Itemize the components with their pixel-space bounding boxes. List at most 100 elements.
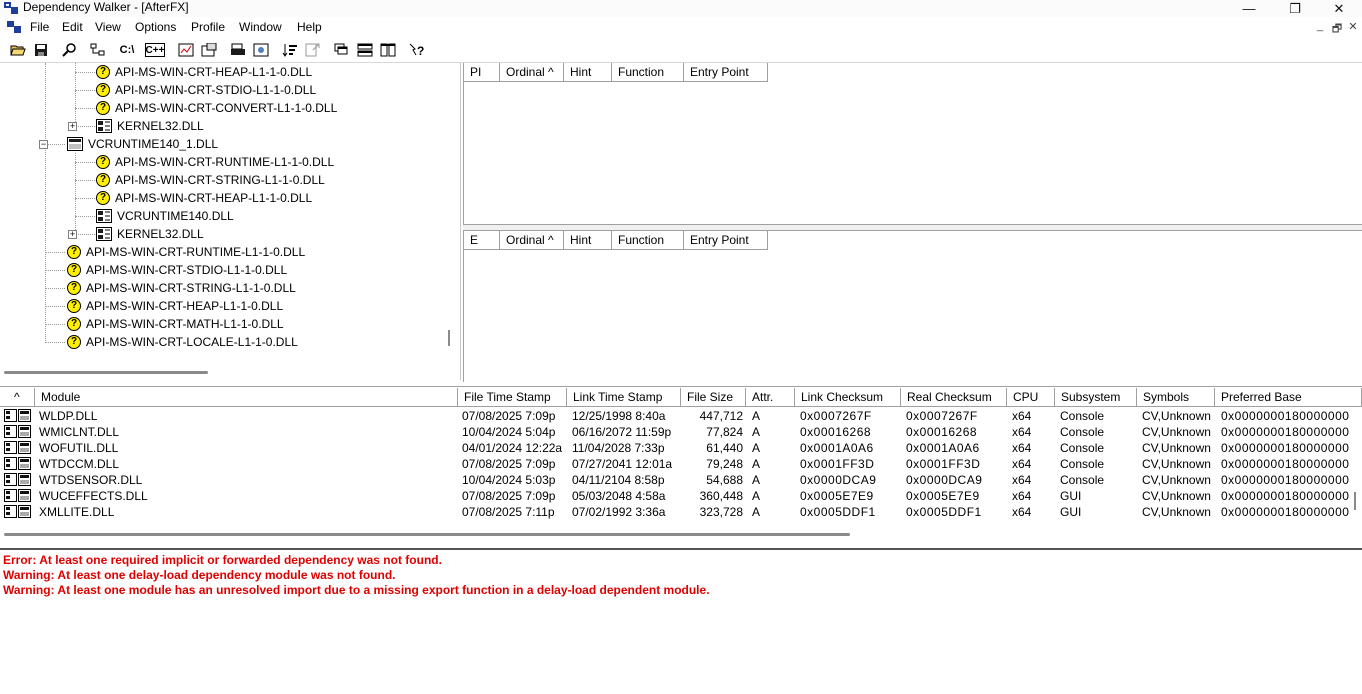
column-header[interactable]: Subsystem xyxy=(1055,388,1137,407)
tree-item-label: API-MS-WIN-CRT-MATH-L1-1-0.DLL xyxy=(86,317,284,331)
tree-item[interactable]: ? API-MS-WIN-CRT-HEAP-L1-1-0.DLL xyxy=(67,297,283,315)
column-header[interactable]: Function xyxy=(612,63,684,82)
tree-item[interactable]: VCRUNTIME140_1.DLL xyxy=(67,135,218,153)
print-button[interactable] xyxy=(228,41,248,59)
file-size: 77,824 xyxy=(706,425,743,439)
column-header[interactable]: File Time Stamp xyxy=(458,388,567,407)
cpp-button[interactable]: C++ xyxy=(145,43,165,57)
close-button[interactable]: ✕ xyxy=(1316,0,1362,17)
column-header[interactable]: Function xyxy=(612,231,684,250)
tree-item-label: VCRUNTIME140.DLL xyxy=(117,209,234,223)
tree-item[interactable]: KERNEL32.DLL xyxy=(96,225,204,243)
minimize-button[interactable]: — xyxy=(1226,0,1272,17)
missing-module-icon: ? xyxy=(96,173,110,187)
profile-button[interactable] xyxy=(176,41,196,59)
tree-item[interactable]: ? API-MS-WIN-CRT-STDIO-L1-1-0.DLL xyxy=(67,261,287,279)
module-horizontal-scrollbar[interactable] xyxy=(4,533,850,536)
collapse-toggle[interactable]: − xyxy=(39,140,48,149)
column-header[interactable]: Preferred Base xyxy=(1215,388,1362,407)
menu-profile[interactable]: Profile xyxy=(191,20,225,35)
missing-module-icon: ? xyxy=(67,299,81,313)
tree-item[interactable]: ? API-MS-WIN-CRT-RUNTIME-L1-1-0.DLL xyxy=(96,153,334,171)
view-button[interactable] xyxy=(251,41,271,59)
subsystem: Console xyxy=(1060,473,1105,487)
module-row[interactable]: WUCEFFECTS.DLL 07/08/2025 7:09p 05/03/2048… xyxy=(0,488,1362,504)
document-icon[interactable] xyxy=(7,21,21,33)
mdi-close-button[interactable]: ✕ xyxy=(1343,20,1362,35)
module-row[interactable]: WLDP.DLL 07/08/2025 7:09p 12/25/1998 8:40a… xyxy=(0,408,1362,424)
exports-pane[interactable]: E Ordinal ^ Hint Function Entry Point xyxy=(463,230,1362,382)
expand-toggle[interactable]: + xyxy=(68,230,77,239)
tree-item[interactable]: VCRUNTIME140.DLL xyxy=(96,207,234,225)
tree-horizontal-scrollbar[interactable] xyxy=(4,371,208,374)
column-header[interactable]: E xyxy=(464,231,500,250)
tree-vertical-scrollbar[interactable] xyxy=(448,330,450,346)
sort-button[interactable] xyxy=(280,41,300,59)
tree-item-label: API-MS-WIN-CRT-HEAP-L1-1-0.DLL xyxy=(115,191,313,205)
column-header[interactable]: PI xyxy=(464,63,500,82)
column-header[interactable]: ^ xyxy=(0,388,35,407)
expand-toggle[interactable]: + xyxy=(68,122,77,131)
imports-pane[interactable]: PI Ordinal ^ Hint Function Entry Point xyxy=(463,63,1362,225)
column-header[interactable]: Ordinal ^ xyxy=(500,231,564,250)
preferred-base: 0x0000000180000000 xyxy=(1221,489,1349,503)
link-checksum: 0x0001A0A6 xyxy=(800,441,874,455)
column-header[interactable]: Hint xyxy=(564,231,612,250)
tree-item[interactable]: ? API-MS-WIN-CRT-HEAP-L1-1-0.DLL xyxy=(96,63,312,81)
external-viewer-button[interactable] xyxy=(303,41,323,59)
tree-connector xyxy=(75,108,95,109)
open-button[interactable] xyxy=(8,41,28,59)
module-row[interactable]: XMLLITE.DLL 07/08/2025 7:11p 07/02/1992 3:… xyxy=(0,504,1362,520)
tree-item[interactable]: ? API-MS-WIN-CRT-STRING-L1-1-0.DLL xyxy=(67,279,296,297)
file-time-stamp: 10/04/2024 5:04p xyxy=(462,425,556,439)
tree-item[interactable]: ? API-MS-WIN-CRT-HEAP-L1-1-0.DLL xyxy=(96,189,312,207)
menu-file[interactable]: File xyxy=(30,20,49,35)
column-header[interactable]: Hint xyxy=(564,63,612,82)
c-path-button[interactable]: C:\ xyxy=(117,41,137,59)
column-header[interactable]: Link Time Stamp xyxy=(567,388,681,407)
menu-edit[interactable]: Edit xyxy=(62,20,83,35)
module-name: XMLLITE.DLL xyxy=(39,505,115,519)
column-header[interactable]: CPU xyxy=(1007,388,1055,407)
column-header[interactable]: File Size xyxy=(681,388,746,407)
help-button[interactable]: ? xyxy=(407,41,427,59)
column-header[interactable]: Real Checksum xyxy=(901,388,1007,407)
menu-help[interactable]: Help xyxy=(297,20,322,35)
column-header[interactable]: Entry Point xyxy=(684,231,768,250)
tree-item[interactable]: KERNEL32.DLL xyxy=(96,117,204,135)
tree-item[interactable]: ? API-MS-WIN-CRT-RUNTIME-L1-1-0.DLL xyxy=(67,243,305,261)
tile-horizontal-button[interactable] xyxy=(355,41,375,59)
tree-item[interactable]: ? API-MS-WIN-CRT-MATH-L1-1-0.DLL xyxy=(67,315,284,333)
tree-connector xyxy=(45,252,65,253)
save-button[interactable] xyxy=(31,41,51,59)
module-list-pane[interactable]: ^ Module File Time Stamp Link Time Stamp… xyxy=(0,386,1362,544)
module-tree-button[interactable] xyxy=(88,41,108,59)
module-row[interactable]: WTDCCM.DLL 07/08/2025 7:09p 07/27/2041 12:… xyxy=(0,456,1362,472)
module-row[interactable]: WOFUTIL.DLL 04/01/2024 12:22a 11/04/2028 7… xyxy=(0,440,1362,456)
log-pane[interactable]: Error: At least one required implicit or… xyxy=(0,548,1362,694)
column-header[interactable]: Ordinal ^ xyxy=(500,63,564,82)
menu-window[interactable]: Window xyxy=(239,20,282,35)
module-tree-pane[interactable]: + − + ? API-MS-WIN-CRT-HEAP-L1-1-0.DLL ? A… xyxy=(0,63,461,380)
maximize-button[interactable]: ❐ xyxy=(1272,0,1318,17)
tree-item[interactable]: ? API-MS-WIN-CRT-LOCALE-L1-1-0.DLL xyxy=(67,333,298,351)
find-button[interactable] xyxy=(60,41,80,59)
tree-item[interactable]: ? API-MS-WIN-CRT-CONVERT-L1-1-0.DLL xyxy=(96,99,337,117)
tree-item-label: API-MS-WIN-CRT-LOCALE-L1-1-0.DLL xyxy=(86,335,298,349)
module-vertical-scrollbar[interactable] xyxy=(1354,492,1356,510)
module-row[interactable]: WMICLNT.DLL 10/04/2024 5:04p 06/16/2072 11… xyxy=(0,424,1362,440)
tree-item[interactable]: ? API-MS-WIN-CRT-STRING-L1-1-0.DLL xyxy=(96,171,325,189)
column-header[interactable]: Attr. xyxy=(746,388,795,407)
tile-vertical-button[interactable] xyxy=(378,41,398,59)
properties-button[interactable] xyxy=(199,41,219,59)
tree-item[interactable]: ? API-MS-WIN-CRT-STDIO-L1-1-0.DLL xyxy=(96,81,316,99)
column-header[interactable]: Link Checksum xyxy=(795,388,901,407)
menu-options[interactable]: Options xyxy=(135,20,176,35)
tree-item-label: API-MS-WIN-CRT-STDIO-L1-1-0.DLL xyxy=(115,83,317,97)
cascade-button[interactable] xyxy=(332,41,352,59)
column-header[interactable]: Symbols xyxy=(1137,388,1215,407)
column-header[interactable]: Entry Point xyxy=(684,63,768,82)
module-row[interactable]: WTDSENSOR.DLL 10/04/2024 5:03p 04/11/2104 … xyxy=(0,472,1362,488)
menu-view[interactable]: View xyxy=(95,20,121,35)
column-header[interactable]: Module xyxy=(35,388,458,407)
